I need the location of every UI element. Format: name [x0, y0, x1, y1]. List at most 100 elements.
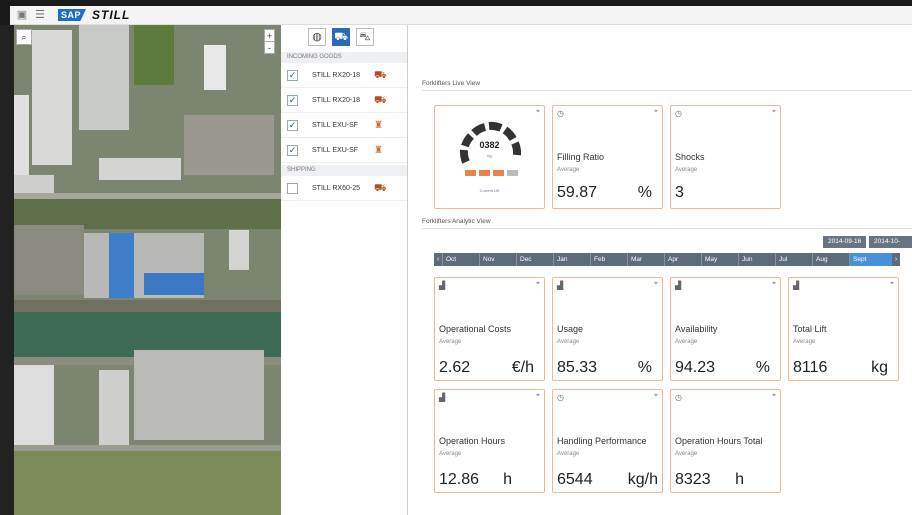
clock-icon: ◷ [675, 109, 682, 118]
pin-icon[interactable]: ⌖ [654, 280, 658, 288]
forklift-icon: ⛟ [374, 69, 387, 81]
pin-icon[interactable]: ⌖ [772, 108, 776, 116]
checkbox[interactable]: ✓ [287, 94, 298, 106]
card-value: 12.86 [439, 471, 480, 488]
timeline-month[interactable]: Feb [590, 253, 627, 266]
checkbox[interactable]: ✓ [287, 69, 298, 81]
list-item[interactable]: STILL RX60-25 ⛟ [281, 176, 407, 201]
card-title: Total Lift [793, 324, 827, 334]
bar-chart-icon: ▟ [439, 281, 446, 290]
globe-icon[interactable]: ◍ [308, 28, 326, 46]
month-timeline[interactable]: ‹ Oct Nov Dec Jan Feb Mar Apr May Jun Ju… [434, 253, 900, 266]
card-subtitle: Average [557, 167, 580, 173]
card-unit: kg/h [627, 471, 658, 488]
live-view-title: Forklifters Live View [422, 80, 481, 87]
timeline-month[interactable]: Aug [812, 253, 849, 266]
operation-hours-card[interactable]: ▟ ⌖ Operation Hours Average 12.86 h [434, 389, 545, 493]
shocks-card[interactable]: ◷ ⌖ Shocks Average 3 [670, 105, 781, 209]
card-subtitle: Average [675, 167, 698, 173]
card-value: 6544 [557, 471, 593, 488]
list-item[interactable]: ✓ STILL RX20-18 ⛟ [281, 88, 407, 113]
timeline-month[interactable]: Jan [553, 253, 590, 266]
window-icon[interactable]: ▣ [16, 9, 28, 21]
list-item[interactable]: ✓ STILL EXU-SF ♜ [281, 113, 407, 138]
top-bar: ▣ ☰ SAP STILL [10, 6, 912, 25]
timeline-month[interactable]: Oct [442, 253, 479, 266]
card-value: 8116 [793, 359, 828, 376]
pin-icon[interactable]: ⌖ [536, 280, 540, 288]
timeline-month[interactable]: May [701, 253, 738, 266]
availability-card[interactable]: ▟ ⌖ Availability Average 94.23 % [670, 277, 781, 381]
forklift-icon: ⛟ [374, 182, 387, 194]
date-from-badge[interactable]: 2014-09-16 [823, 236, 867, 248]
card-unit: h [735, 471, 744, 488]
card-value: 85.33 [557, 359, 598, 376]
pin-icon[interactable]: ⌖ [890, 280, 894, 288]
gauge-card[interactable]: ⌖ 0382 kg Current Lift [434, 105, 545, 209]
pin-icon[interactable]: ⌖ [654, 108, 658, 116]
card-unit: kg [871, 359, 888, 376]
date-to-badge[interactable]: 2014-10-15 [869, 236, 912, 257]
zoom-out-button[interactable]: - [264, 41, 275, 54]
divider [422, 90, 912, 91]
timeline-month[interactable]: Dec [516, 253, 553, 266]
current-lift-gauge [459, 121, 522, 176]
pin-icon[interactable]: ⌖ [772, 280, 776, 288]
card-value: 59.87 [557, 184, 598, 201]
vehicle-name: STILL RX60-25 [312, 184, 360, 192]
left-edge [0, 25, 14, 515]
divider [422, 228, 912, 229]
timeline-month-selected[interactable]: Sept [849, 253, 892, 266]
total-lift-card[interactable]: ▟ ⌖ Total Lift Average 8116 kg [788, 277, 899, 381]
pallet-truck-icon: ♜ [374, 119, 383, 131]
vehicle-name: STILL EXU-SF [312, 146, 359, 154]
timeline-month[interactable]: Jul [775, 253, 812, 266]
group-header-shipping: SHIPPING [281, 165, 407, 176]
usage-card[interactable]: ▟ ⌖ Usage Average 85.33 % [552, 277, 663, 381]
timeline-month[interactable]: Apr [664, 253, 701, 266]
timeline-month[interactable]: Jun [738, 253, 775, 266]
list-item[interactable]: ✓ STILL RX20-18 ⛟ [281, 63, 407, 88]
card-value: 2.62 [439, 359, 471, 376]
chevron-right-icon[interactable]: › [892, 253, 900, 266]
timeline-month[interactable]: Mar [627, 253, 664, 266]
aerial-map[interactable]: ⌕ + - [14, 25, 281, 515]
vehicle-name: STILL EXU-SF [312, 121, 359, 129]
forklift-icon: ⛟ [374, 94, 387, 106]
handling-performance-card[interactable]: ◷ ⌖ Handling Performance Average 6544 kg… [552, 389, 663, 493]
checkbox[interactable] [287, 182, 298, 194]
card-value: 94.23 [675, 359, 716, 376]
card-title: Operation Hours Total [675, 436, 763, 446]
list-item[interactable]: ✓ STILL EXU-SF ♜ [281, 138, 407, 163]
still-logo: STILL [92, 8, 131, 22]
card-title: Handling Performance [557, 436, 647, 446]
map-search-icon[interactable]: ⌕ [16, 29, 32, 45]
checkbox[interactable]: ✓ [287, 144, 298, 156]
card-unit: % [637, 184, 652, 201]
filling-ratio-card[interactable]: ◷ ⌖ Filling Ratio Average 59.87 % [552, 105, 663, 209]
car-icon[interactable]: ⛍ [356, 28, 374, 46]
bar-chart-icon: ▟ [675, 281, 682, 290]
pin-icon[interactable]: ⌖ [536, 392, 540, 400]
menu-icon[interactable]: ☰ [34, 9, 46, 21]
clock-icon: ◷ [557, 393, 564, 402]
card-unit: €/h [511, 359, 534, 376]
card-title: Operation Hours [439, 436, 506, 446]
dashboard-content: Forklifters Live View ⌖ 0382 kg Current … [408, 25, 912, 515]
card-title: Shocks [675, 152, 705, 162]
card-subtitle: Average [439, 451, 462, 457]
card-value: 3 [675, 184, 684, 201]
bar-chart-icon: ▟ [557, 281, 564, 290]
operational-costs-card[interactable]: ▟ ⌖ Operational Costs Average 2.62 €/h [434, 277, 545, 381]
chevron-left-icon[interactable]: ‹ [434, 253, 442, 266]
view-tabs: ◍ ⛟ ⛍ [308, 28, 407, 46]
card-subtitle: Average [439, 339, 462, 345]
vehicle-name: STILL RX20-18 [312, 71, 360, 79]
timeline-month[interactable]: Nov [479, 253, 516, 266]
forklift-icon[interactable]: ⛟ [332, 28, 350, 46]
pin-icon[interactable]: ⌖ [654, 392, 658, 400]
operation-hours-total-card[interactable]: ◷ ⌖ Operation Hours Total Average 8323 h [670, 389, 781, 493]
clock-icon: ◷ [557, 109, 564, 118]
checkbox[interactable]: ✓ [287, 119, 298, 131]
pin-icon[interactable]: ⌖ [772, 392, 776, 400]
